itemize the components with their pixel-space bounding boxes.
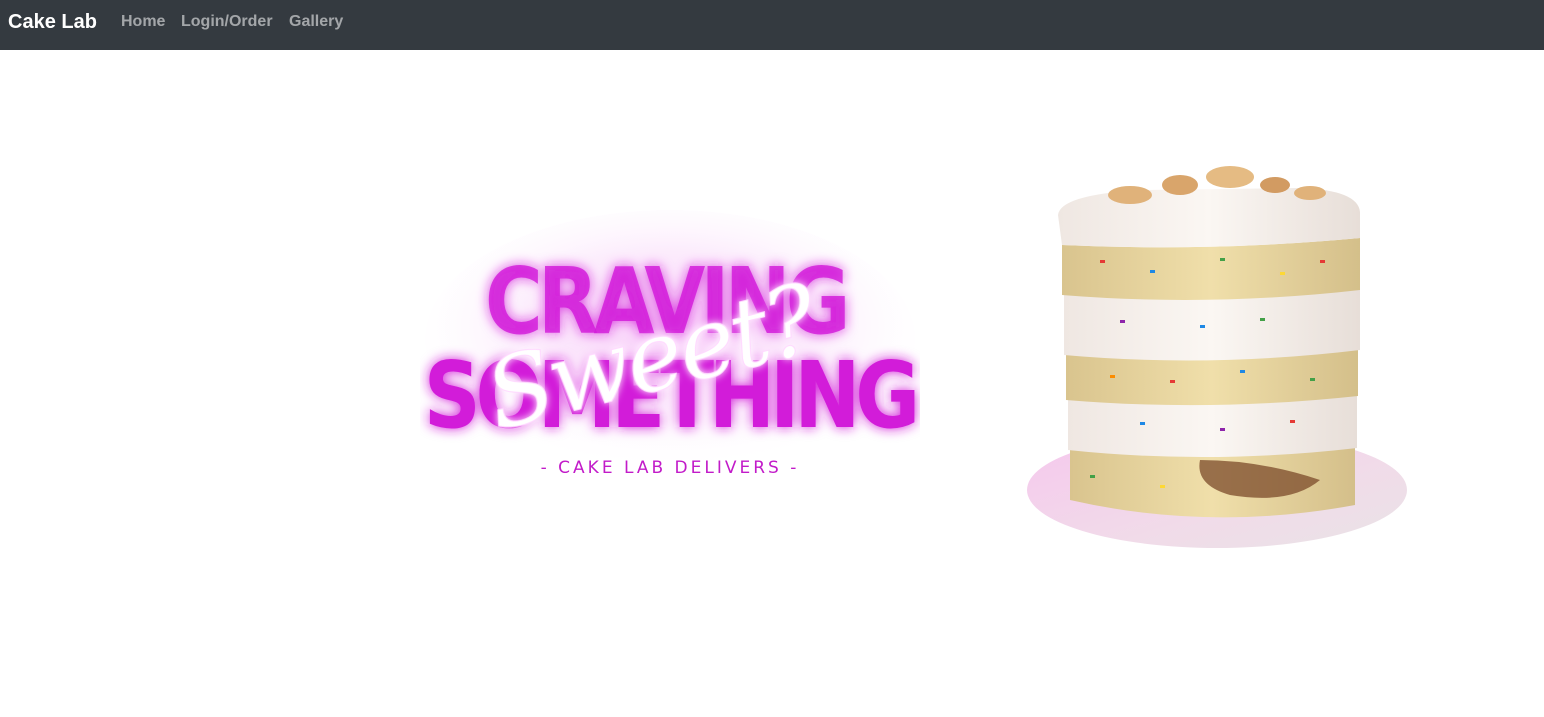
nav-link-gallery[interactable]: Gallery bbox=[289, 12, 343, 32]
brand-logo-link[interactable]: Cake Lab bbox=[8, 10, 97, 34]
nav-link-login-order[interactable]: Login/Order bbox=[181, 12, 273, 32]
top-navbar: Cake Lab Home Login/Order Gallery bbox=[0, 0, 1544, 50]
layered-cake-image bbox=[1027, 166, 1407, 548]
logo-tagline: - CAKE LAB DELIVERS - bbox=[541, 458, 800, 478]
nav-link-home[interactable]: Home bbox=[121, 12, 165, 32]
cake-layer-top bbox=[1062, 238, 1360, 300]
craving-something-sweet-logo: CRAVING SOMETHING Sweet? - CAKE LAB DELI… bbox=[424, 210, 920, 478]
